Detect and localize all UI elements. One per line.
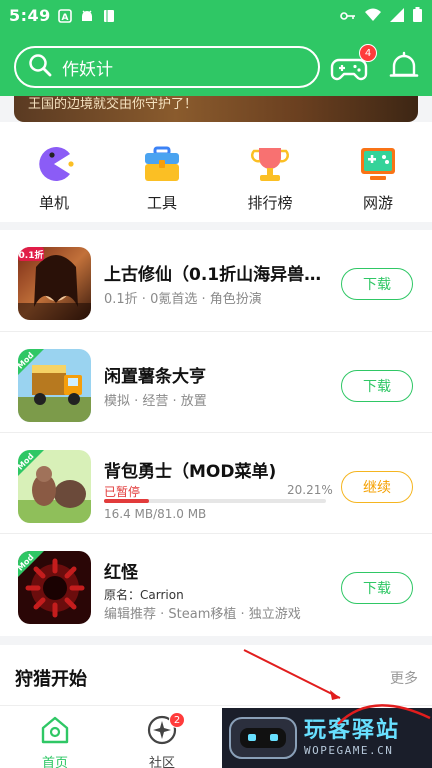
watermark: 玩客驿站 WOPEGAME.CN	[222, 704, 432, 768]
watermark-subtext: WOPEGAME.CN	[304, 744, 394, 757]
community-badge: 2	[169, 712, 185, 728]
nav-home[interactable]: 首页	[25, 714, 85, 768]
annotation-overlay	[243, 649, 341, 700]
robot-logo-icon	[229, 717, 297, 759]
nav-home-label: 首页	[41, 756, 68, 768]
community-icon	[146, 715, 178, 750]
home-icon	[39, 716, 71, 750]
nav-community-label: 社区	[148, 756, 175, 768]
annotation-circle	[337, 704, 431, 725]
